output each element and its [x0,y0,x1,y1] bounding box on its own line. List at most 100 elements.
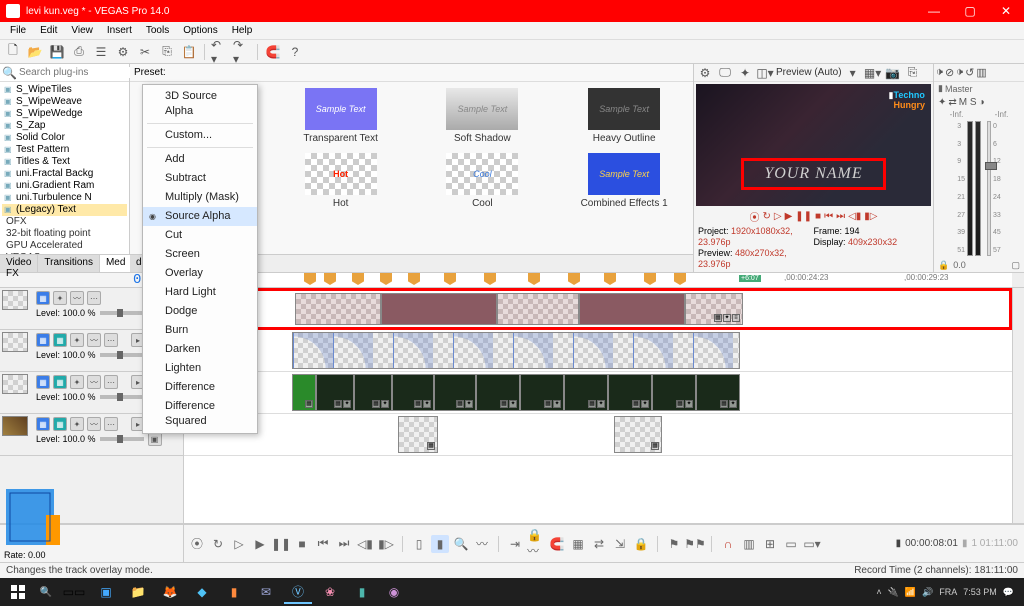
tree-item[interactable]: Test Pattern [2,144,127,156]
ruler-scrollbar[interactable] [1012,273,1024,287]
taskbar-app[interactable]: ▮ [348,580,376,604]
track-fx-icon[interactable]: ✦ [53,291,67,305]
tree-item[interactable]: S_WipeWeave [2,96,127,108]
tray-chevron-icon[interactable]: ˄ [876,587,881,597]
mixer-insert-icon[interactable]: ✦ [938,97,946,108]
envelope-edit-icon[interactable]: 〰 [473,535,491,553]
properties-icon[interactable]: ☰ [92,43,110,61]
tree-item[interactable]: Titles & Text [2,156,127,168]
preview-settings-icon[interactable]: ⚙ [696,64,714,82]
search-icon[interactable]: 🔍 [36,587,56,598]
clip[interactable]: ▦✦ [476,374,520,411]
snap-icon[interactable]: 🧲 [548,535,566,553]
taskbar-app[interactable]: ▣ [92,580,120,604]
tab-video-fx[interactable]: Video FX [0,255,38,272]
clip[interactable]: ▦✦ [354,374,392,411]
menu-edit[interactable]: Edit [34,25,63,36]
mixer-mute-icon[interactable]: ⊘ [945,66,954,79]
marker-icon[interactable] [528,273,540,285]
track-2[interactable] [184,330,1012,372]
menu-item-lighten[interactable]: Lighten [143,359,257,378]
taskbar-app[interactable]: Ⓥ [284,580,312,604]
marker-icon[interactable] [408,273,420,285]
tray-power-icon[interactable]: 🔌 [888,587,899,598]
region-flag-icon[interactable]: ⚑⚑ [686,535,704,553]
timeline-ruler[interactable]: +6:07 ,00:00:24:23 ,00:00:29:23 [184,273,1012,287]
clip[interactable]: ▦✦ [696,374,740,411]
start-button[interactable] [4,580,32,604]
next-frame-icon[interactable]: ▮▷ [377,535,395,553]
marker-icon[interactable] [444,273,456,285]
prev-frame-icon[interactable]: ◁▮ [356,535,374,553]
track-4[interactable]: ▦ ▦ [184,414,1012,456]
marker-icon[interactable] [644,273,656,285]
clip[interactable]: ▦✦ [520,374,564,411]
taskbar-app[interactable]: ▮ [220,580,248,604]
search-icon[interactable]: 🔍 [2,64,17,82]
play-start-icon[interactable]: ▷ [230,535,248,553]
mixer-reset-icon[interactable]: ↺ [965,66,974,79]
clip[interactable]: ▦✦ [652,374,696,411]
record-icon[interactable]: ⦿ [749,209,759,224]
mixer-down-icon[interactable]: 🕩 [956,66,963,79]
menu-tools[interactable]: Tools [140,25,175,36]
menu-item-source-alpha[interactable]: Source Alpha [143,207,257,226]
preview-split-icon[interactable]: ◫▾ [756,64,774,82]
system-tray[interactable]: ˄ 🔌 📶 🔊 FRA 7:53 PM 💬 [876,587,1020,598]
play-icon[interactable]: ▶ [251,535,269,553]
autocrossfade-icon[interactable]: ⇄ [590,535,608,553]
snap-grid-icon[interactable]: ▥ [740,535,758,553]
tree-item[interactable]: uni.Gradient Ram [2,180,127,192]
tray-wifi-icon[interactable]: 📶 [905,587,916,598]
undo-icon[interactable]: ↶ ▾ [211,43,229,61]
menu-item-multiply[interactable]: Multiply (Mask) [143,188,257,207]
redo-icon[interactable]: ↷ ▾ [233,43,251,61]
lock-icon[interactable]: 🔒 [938,260,949,271]
clip[interactable] [579,293,685,325]
clip[interactable] [497,293,579,325]
cut-icon[interactable]: ✂ [136,43,154,61]
snap-events-icon[interactable]: ▭ [782,535,800,553]
menu-item-custom[interactable]: Custom... [143,126,257,145]
clip[interactable]: ▦✦ [316,374,354,411]
new-icon[interactable]: 🗋 [4,43,22,61]
clip[interactable] [295,293,381,325]
clip[interactable]: ▦ [398,416,438,453]
mixer-dim-icon[interactable]: 🕩 [936,66,943,79]
lock-icon[interactable]: 🔒 [632,535,650,553]
preset-item[interactable]: Sample TextCombined Effects 1 [559,153,689,212]
clip[interactable] [381,293,497,325]
goto-start-icon[interactable]: ⏮ [314,535,332,553]
snap-magnet-icon[interactable]: ∩ [719,535,737,553]
tab-media[interactable]: Med [100,255,132,272]
master-fader[interactable] [987,121,991,256]
tree-group[interactable]: 32-bit floating point [2,228,127,240]
mixer-mono-icon[interactable]: ◑ [979,97,985,108]
tree-item[interactable]: uni.Turbulence N [2,192,127,204]
snap-all-icon[interactable]: ▭▾ [803,535,821,553]
menu-item-difference[interactable]: Difference [143,378,257,397]
marker-icon[interactable] [674,273,686,285]
menu-item-subtract[interactable]: Subtract [143,169,257,188]
marker-icon[interactable] [352,273,364,285]
timeline-scrollbar[interactable] [1012,288,1024,523]
clip[interactable]: ▦✦≡ [685,293,743,325]
auto-ripple-icon[interactable]: ⇥ [506,535,524,553]
goto-start-icon[interactable]: ⏮ [824,211,833,222]
menu-item-burn[interactable]: Burn [143,321,257,340]
tree-item[interactable]: uni.Fractal Backg [2,168,127,180]
menu-item-overlay[interactable]: Overlay [143,264,257,283]
preset-item[interactable]: Sample TextHeavy Outline [559,88,689,147]
settings-gear-icon[interactable]: ⚙ [114,43,132,61]
marker-icon[interactable] [604,273,616,285]
preview-copy-icon[interactable]: ⎘ [904,64,922,82]
menu-insert[interactable]: Insert [101,25,138,36]
snap-icon[interactable]: 🧲 [264,43,282,61]
preset-item[interactable]: HotHot [276,153,406,212]
loop-icon[interactable]: ↻ [209,535,227,553]
menu-item-difference-squared[interactable]: Difference Squared [143,397,257,431]
marker-flag-icon[interactable]: ⚑ [665,535,683,553]
tree-group[interactable]: GPU Accelerated [2,240,127,252]
menu-item-3d-source-alpha[interactable]: 3D Source Alpha [143,87,257,121]
tray-lang[interactable]: FRA [939,587,957,597]
